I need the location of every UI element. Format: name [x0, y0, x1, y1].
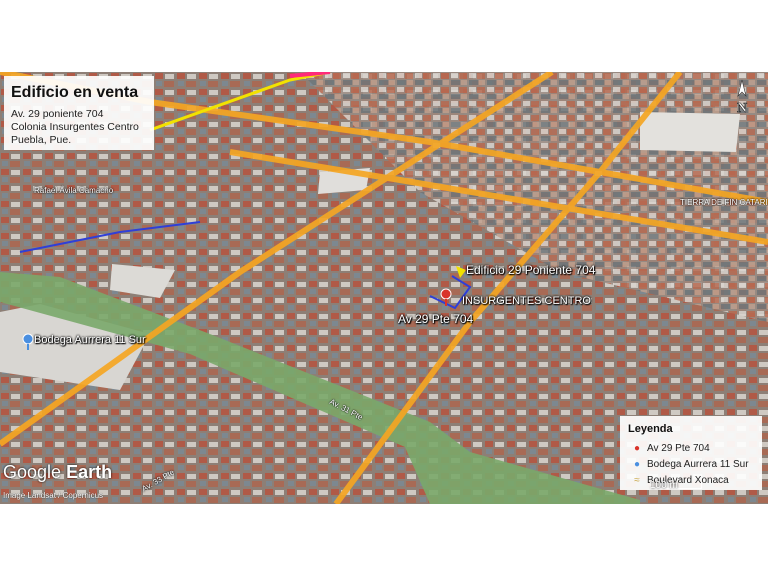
google-earth-logo: Google Earth	[3, 462, 112, 483]
compass[interactable]: N	[729, 78, 755, 120]
scale-bar: 100 m	[650, 480, 702, 492]
google-word: Google	[3, 462, 62, 482]
title-box: Edificio en venta Av. 29 poniente 704 Co…	[4, 76, 154, 150]
label-neighborhood: INSURGENTES CENTRO	[462, 295, 591, 307]
address-line-3: Puebla, Pue.	[11, 134, 72, 146]
legend-item-av29[interactable]: ● Av 29 Pte 704	[630, 443, 710, 454]
legend-item-bodega[interactable]: ● Bodega Aurrera 11 Sur	[630, 459, 749, 470]
title-text: Edificio en venta	[11, 84, 139, 101]
label-address[interactable]: Av 29 Pte 704	[398, 312, 473, 326]
compass-needle-icon	[737, 79, 747, 97]
label-road-nw: Rafael Ávila Camacho	[34, 186, 114, 195]
legend-label: Bodega Aurrera 11 Sur	[647, 459, 749, 470]
blue-placemark-icon: ●	[633, 459, 641, 470]
red-placemark-icon: ●	[633, 443, 641, 454]
earth-word: Earth	[66, 462, 113, 482]
compass-letter: N	[737, 101, 747, 116]
path-icon: ≈	[634, 475, 640, 486]
label-area-ne: TIERRA DE FIN CATARI	[680, 198, 768, 207]
label-building[interactable]: Edificio 29 Poniente 704	[466, 263, 595, 277]
legend-heading: Leyenda	[628, 423, 673, 435]
scale-label: 100 m	[650, 480, 678, 491]
imagery-credit: Image Landsat / Copernicus	[3, 491, 104, 500]
legend-panel: Leyenda ● Av 29 Pte 704 ● Bodega Aurrera 1…	[620, 416, 762, 490]
address-line-1: Av. 29 poniente 704	[11, 108, 104, 120]
viewport: Edificio en venta Av. 29 poniente 704 Co…	[0, 0, 768, 576]
legend-label: Av 29 Pte 704	[647, 443, 710, 454]
large-building-ne	[640, 112, 740, 152]
address-line-2: Colonia Insurgentes Centro	[11, 121, 139, 133]
label-store[interactable]: Bodega Aurrera 11 Sur	[34, 334, 146, 346]
